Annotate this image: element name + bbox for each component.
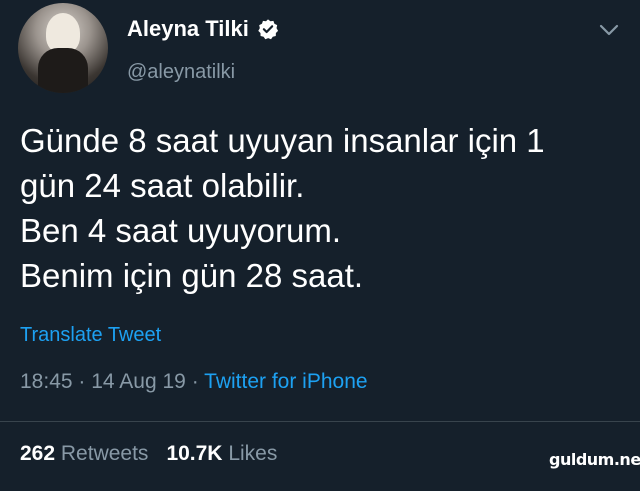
- likes-label: Likes: [228, 442, 278, 465]
- avatar-hair: [46, 13, 80, 53]
- retweets-count: 262: [20, 442, 56, 465]
- tweet-meta: 18:45 · 14 Aug 19 · Twitter for iPhone: [20, 370, 368, 394]
- author-name-row[interactable]: Aleyna Tilki: [127, 16, 279, 42]
- chevron-down-icon[interactable]: [598, 22, 620, 38]
- author-handle[interactable]: @aleynatilki: [127, 61, 235, 84]
- tweet-line: Ben 4 saat uyuyorum.: [20, 212, 342, 249]
- meta-separator: ·: [191, 370, 199, 393]
- retweets-label: Retweets: [60, 442, 149, 465]
- tweet-line: gün 24 saat olabilir.: [20, 167, 305, 204]
- likes-stat[interactable]: 10.7K Likes: [166, 442, 277, 465]
- tweet-line: Benim için gün 28 saat.: [20, 257, 364, 294]
- translate-tweet-link[interactable]: Translate Tweet: [20, 324, 161, 347]
- avatar-body: [38, 48, 88, 93]
- author-name[interactable]: Aleyna Tilki: [127, 16, 249, 42]
- engagement-stats: 262 Retweets 10.7K Likes: [20, 442, 277, 466]
- meta-separator: ·: [78, 370, 86, 393]
- likes-count: 10.7K: [166, 442, 223, 465]
- watermark: guldum.net: [549, 450, 640, 469]
- retweets-stat[interactable]: 262 Retweets: [20, 442, 148, 465]
- avatar[interactable]: [18, 3, 108, 93]
- tweet-date[interactable]: 14 Aug 19: [91, 370, 186, 393]
- verified-badge-icon: [258, 19, 278, 40]
- tweet-source-link[interactable]: Twitter for iPhone: [204, 370, 367, 393]
- tweet-text: Günde 8 saat uyuyan insanlar için 1 gün …: [20, 118, 620, 298]
- divider: [0, 421, 640, 422]
- tweet-line: Günde 8 saat uyuyan insanlar için 1: [20, 122, 545, 159]
- tweet-time[interactable]: 18:45: [20, 370, 73, 393]
